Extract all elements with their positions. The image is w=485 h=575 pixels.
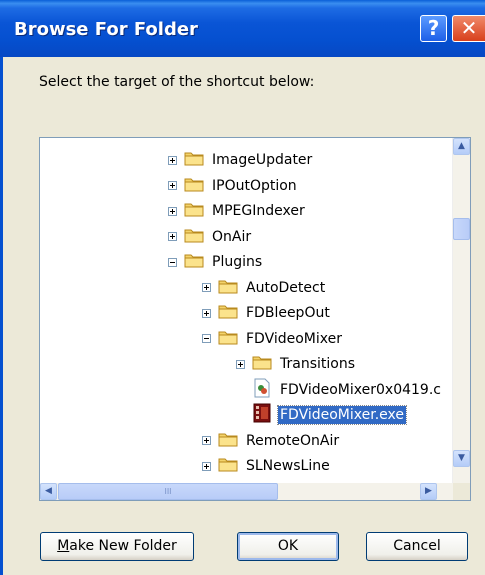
expand-icon[interactable] (168, 155, 177, 165)
tree-item-label: ImageUpdater (212, 152, 313, 168)
horizontal-scrollbar[interactable]: ◀ III ▶ (40, 483, 455, 500)
collapse-icon[interactable] (168, 257, 177, 267)
expand-icon[interactable] (202, 436, 211, 445)
make-new-folder-button[interactable]: Make New Folder (40, 532, 194, 561)
instruction-text: Select the target of the shortcut below: (39, 74, 315, 90)
tree-item-label: RemoteOnAir (246, 432, 340, 449)
tree-item-label: FDVideoMixer.exe (276, 405, 408, 425)
expand-icon[interactable] (202, 461, 211, 471)
expand-icon[interactable] (202, 308, 211, 318)
horizontal-scroll-thumb[interactable]: III (58, 483, 278, 500)
expand-icon[interactable] (168, 206, 177, 216)
tree-item-label: AutoDetect (246, 279, 326, 296)
tree-item-label: FDVideoMixer0x0419.c (280, 381, 441, 398)
help-button[interactable]: ? (420, 15, 447, 42)
expand-icon[interactable] (202, 283, 211, 292)
scroll-left-button[interactable]: ◀ (40, 483, 57, 500)
tree-item-label: SLNewsLine (246, 458, 330, 474)
window-frame (0, 57, 3, 575)
tree-item[interactable]: MPEGIndexer (168, 199, 307, 223)
vertical-scrollbar[interactable]: ▲ ▼ (452, 138, 470, 484)
tree-item[interactable]: IPOutOption (168, 174, 299, 198)
scroll-up-button[interactable]: ▲ (453, 138, 470, 155)
exe-file-icon (252, 403, 272, 427)
expand-icon[interactable] (236, 359, 245, 369)
tree-item-label: Transitions (280, 356, 355, 372)
title-bar[interactable]: Browse For Folder ? ✕ (0, 0, 485, 57)
tree-item[interactable]: Plugins (168, 250, 264, 274)
scroll-right-button[interactable]: ▶ (420, 483, 437, 500)
tree-item-label: FDVideoMixer (246, 330, 343, 347)
tree-item-label: Plugins (212, 254, 263, 270)
tree-item[interactable]: FDVideoMixer.exe (252, 403, 408, 427)
window-title: Browse For Folder (14, 19, 198, 40)
folder-icon (184, 201, 204, 221)
tree-item[interactable]: SLNewsLine (202, 454, 332, 478)
folder-icon (252, 354, 272, 374)
close-button[interactable]: ✕ (452, 15, 485, 42)
expand-icon[interactable] (168, 181, 177, 190)
expand-icon[interactable] (168, 232, 177, 241)
tree-item-label: MPEGIndexer (212, 203, 305, 219)
tree-item[interactable]: OnAir (168, 225, 253, 249)
folder-icon (218, 456, 238, 476)
tree-item-label: OnAir (212, 228, 252, 245)
tree-item-label: FDBleepOut (246, 305, 330, 321)
folder-icon (184, 176, 204, 196)
vertical-scroll-thumb[interactable] (453, 218, 470, 240)
scroll-down-button[interactable]: ▼ (453, 450, 470, 467)
tree-item[interactable]: AutoDetect (202, 276, 327, 300)
folder-icon (218, 303, 238, 323)
ok-button[interactable]: OK (237, 532, 339, 561)
folder-icon (218, 431, 238, 451)
tree-item[interactable]: Transitions (236, 352, 357, 376)
folder-icon (184, 227, 204, 247)
tree-item[interactable]: FDVideoMixer (202, 327, 344, 351)
tree-item[interactable]: RemoteOnAir (202, 429, 341, 453)
tree-item[interactable]: FDBleepOut (202, 301, 332, 325)
folder-icon (218, 278, 238, 298)
tree-item[interactable]: FDVideoMixer0x0419.c (252, 378, 443, 402)
cancel-button[interactable]: Cancel (366, 532, 468, 561)
folder-icon (184, 150, 204, 170)
folder-tree[interactable]: ImageUpdater IPOutOption MPEGIndexer OnAir P… (39, 137, 471, 501)
collapse-icon[interactable] (202, 334, 211, 343)
folder-icon (184, 252, 204, 272)
scroll-corner (453, 483, 470, 500)
folder-icon (218, 329, 238, 349)
dll-file-icon (252, 378, 272, 402)
tree-item[interactable]: ImageUpdater (168, 148, 314, 172)
tree-item-label: IPOutOption (212, 177, 297, 194)
